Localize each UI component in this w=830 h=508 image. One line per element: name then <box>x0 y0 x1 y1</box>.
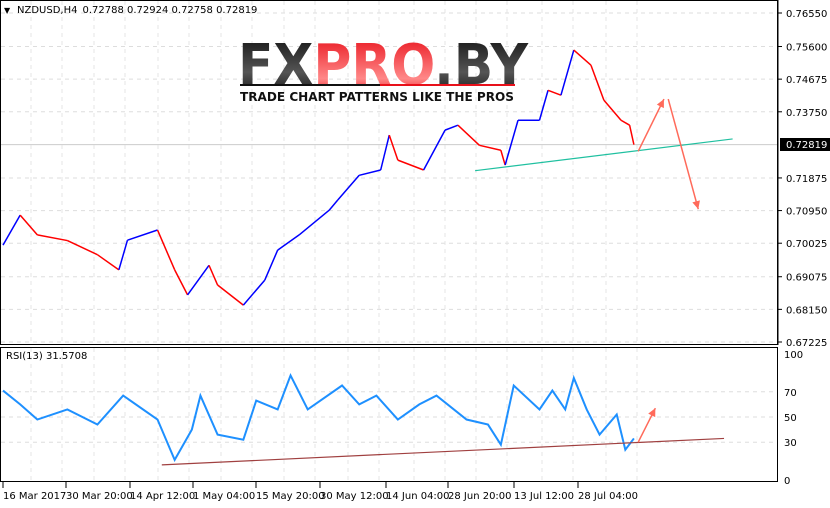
price-trendline[interactable] <box>475 138 733 172</box>
time-tick-label: 16 Mar 2017 <box>3 491 66 502</box>
price-segment <box>422 129 446 171</box>
time-tick-label: 30 Mar 20:00 <box>66 491 133 502</box>
arrow-icon[interactable] <box>637 98 665 152</box>
price-segment <box>264 249 279 281</box>
time-tick-label: 28 Jun 20:00 <box>448 491 512 502</box>
time-tick-label: 14 Jun 04:00 <box>386 491 450 502</box>
price-segment <box>156 229 176 271</box>
price-segment <box>560 49 575 96</box>
rsi-tick-label: 50 <box>784 413 797 424</box>
current-price: 0.72819 <box>786 140 827 151</box>
price-segment <box>457 124 480 146</box>
price-segment <box>127 229 158 241</box>
rsi-axis[interactable]: 100 70 50 30 0 <box>784 350 803 487</box>
price-tick-label: 0.70025 <box>786 239 827 250</box>
rsi-tick-label: 0 <box>784 476 790 487</box>
time-axis[interactable]: 16 Mar 2017 30 Mar 20:0014 Apr 12:001 May… <box>2 482 638 502</box>
price-tick-label: 0.75600 <box>786 43 827 54</box>
price-segment <box>277 234 300 251</box>
price-segment <box>2 214 21 246</box>
price-segment <box>504 120 519 166</box>
price-segment <box>118 240 129 271</box>
svg-text:FXPRO.BY: FXPRO.BY <box>238 33 529 98</box>
price-segment <box>217 284 244 306</box>
price-tick-label: 0.76550 <box>786 9 827 20</box>
price-segment <box>620 119 630 126</box>
price-segment <box>444 124 459 131</box>
current-price-tag: 0.72819 <box>780 138 830 151</box>
price-segment <box>19 214 38 236</box>
price-tick-label: 0.71875 <box>786 174 827 185</box>
price-segment <box>242 279 266 306</box>
price-axis[interactable]: 0.76550 0.75600 0.74675 0.73750 0.71875 0.709… <box>777 0 827 349</box>
ohlc-values: 0.72788 0.72924 0.72758 0.72819 <box>82 5 257 16</box>
price-tick-label: 0.74675 <box>786 75 827 86</box>
price-segment <box>37 234 68 242</box>
arrowhead-icon <box>692 200 700 210</box>
fxpro-logo: FXPRO.BY TRADE CHART PATTERNS LIKE THE P… <box>238 33 529 104</box>
price-tick-label: 0.67225 <box>786 338 827 349</box>
time-tick-label: 30 May 12:00 <box>320 491 389 502</box>
time-tick-label: 28 Jul 04:00 <box>578 491 638 502</box>
price-segment <box>590 64 605 101</box>
drawings[interactable] <box>161 98 733 466</box>
price-segment <box>573 49 592 66</box>
price-segment <box>388 134 399 161</box>
price-segment <box>208 264 219 286</box>
price-segment <box>538 90 549 121</box>
price-segment <box>628 125 635 145</box>
price-segment <box>500 150 506 166</box>
price-segment <box>397 159 424 171</box>
price-segment <box>547 89 562 96</box>
time-tick-label: 14 Apr 12:00 <box>130 491 195 502</box>
time-tick-label: 13 Jul 12:00 <box>514 491 574 502</box>
rsi-tick-label: 100 <box>784 350 803 361</box>
time-tick-label: 1 May 04:00 <box>193 491 255 502</box>
rsi-tick-label: 70 <box>784 388 797 399</box>
price-segment <box>67 239 98 256</box>
rsi-pane <box>0 347 778 482</box>
price-segment <box>479 144 502 151</box>
price-segment <box>603 99 622 121</box>
rsi-label: RSI(13) 31.5708 <box>6 351 87 362</box>
svg-text:NZDUSD,H40.72788 0.72924 0.727: NZDUSD,H4 0.72788 0.72924 0.72758 0.72819 <box>17 5 257 16</box>
symbol-label: NZDUSD,H4 <box>17 5 77 16</box>
price-tick-label: 0.68150 <box>786 305 827 316</box>
rsi-tick-label: 30 <box>784 438 797 449</box>
price-segment <box>328 199 339 211</box>
logo-tagline: TRADE CHART PATTERNS LIKE THE PROS <box>240 90 514 104</box>
time-tick-label: 15 May 20:00 <box>256 491 325 502</box>
trading-chart[interactable]: FXPRO.BY TRADE CHART PATTERNS LIKE THE P… <box>0 0 830 508</box>
arrow-icon[interactable] <box>667 98 700 210</box>
price-tick-label: 0.70950 <box>786 207 827 218</box>
price-tick-label: 0.73750 <box>786 108 827 119</box>
price-segment <box>96 254 120 271</box>
price-segment <box>359 169 381 177</box>
price-segment <box>174 269 189 296</box>
price-segment <box>379 134 390 171</box>
price-tick-label: 0.69075 <box>786 273 827 284</box>
price-segment <box>186 264 210 296</box>
dropdown-triangle-icon[interactable]: ▼ <box>4 6 11 15</box>
price-segment <box>298 209 330 236</box>
